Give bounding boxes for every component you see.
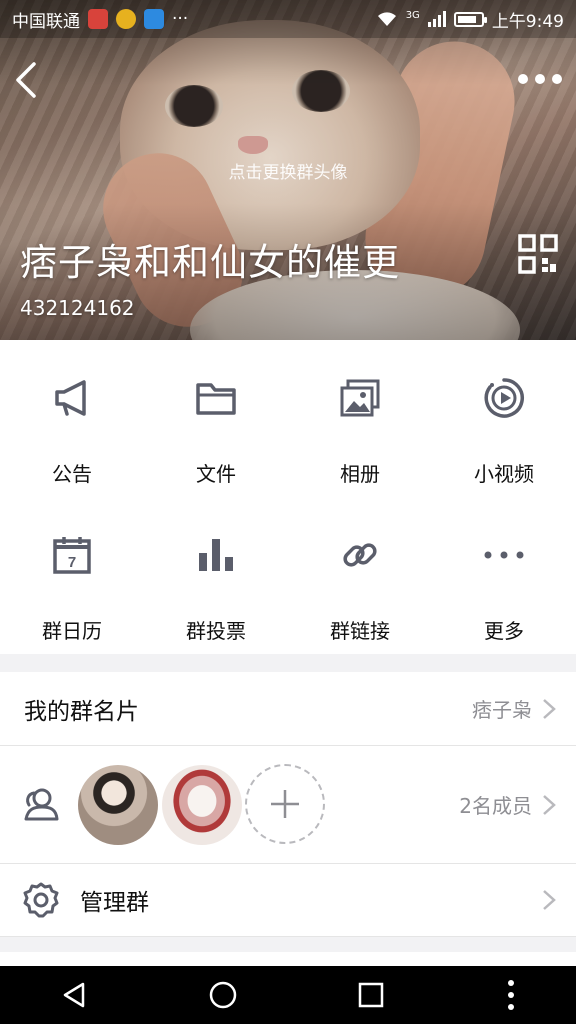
calendar-icon: 7 (50, 533, 94, 577)
member-avatar[interactable] (162, 765, 242, 845)
function-label: 相册 (340, 462, 380, 486)
more-dot-icon (535, 74, 545, 84)
more-options-button[interactable] (518, 64, 562, 94)
group-vote-button[interactable]: 群投票 (144, 497, 288, 654)
notification-app-icon (144, 9, 164, 29)
function-label: 更多 (484, 619, 524, 643)
album-button[interactable]: 相册 (288, 340, 432, 497)
manage-group-row[interactable]: 管理群 (0, 864, 576, 936)
gear-icon (23, 882, 59, 918)
short-video-button[interactable]: 小视频 (432, 340, 576, 497)
files-button[interactable]: 文件 (144, 340, 288, 497)
nav-menu-icon[interactable] (505, 978, 517, 1012)
chevron-right-icon (543, 890, 556, 910)
manage-group-title: 管理群 (80, 890, 149, 916)
my-group-card-value: 痞子枭 (472, 698, 532, 722)
announcement-button[interactable]: 公告 (0, 340, 144, 497)
nav-recents-icon[interactable] (356, 980, 386, 1010)
link-icon (338, 533, 382, 577)
clock: 上午9:49 (491, 11, 564, 32)
group-id: 432124162 (20, 296, 135, 320)
qr-code-icon (518, 234, 558, 274)
album-icon (338, 376, 382, 420)
megaphone-icon (50, 376, 94, 420)
my-group-card-title: 我的群名片 (24, 698, 139, 725)
more-notifications-icon: ··· (172, 9, 189, 29)
status-bar: 中国联通 ··· 3G 上午9:49 (0, 0, 576, 38)
group-profile-page: 中国联通 ··· 3G 上午9:49 点击更换群头像 痞子枭和和仙女的催更 43… (0, 0, 576, 1024)
plus-icon (271, 790, 299, 818)
more-dot-icon (518, 74, 528, 84)
add-member-button[interactable] (245, 764, 325, 844)
qr-code-button[interactable] (518, 234, 558, 274)
more-dot-icon (552, 74, 562, 84)
group-function-grid: 公告 文件 相册 小视频 7 群日历 群投票 群链接 更多 (0, 340, 576, 654)
function-label: 群日历 (42, 619, 102, 643)
back-button[interactable] (10, 58, 46, 102)
function-label: 文件 (196, 462, 236, 486)
carrier-name: 中国联通 (12, 11, 80, 32)
notification-app-icon (88, 9, 108, 29)
my-group-card-row[interactable]: 我的群名片 痞子枭 (0, 672, 576, 745)
more-dots-icon (482, 533, 526, 577)
function-label: 群投票 (186, 619, 246, 643)
network-type: 3G (405, 9, 420, 21)
battery-icon (453, 11, 487, 27)
folder-icon (194, 376, 238, 420)
more-functions-button[interactable]: 更多 (432, 497, 576, 654)
row-divider (0, 936, 576, 937)
video-icon (482, 376, 526, 420)
change-avatar-hint[interactable]: 点击更换群头像 (0, 158, 576, 183)
notification-app-icon (116, 9, 136, 29)
group-avatar-banner[interactable]: 中国联通 ··· 3G 上午9:49 点击更换群头像 痞子枭和和仙女的催更 43… (0, 0, 576, 340)
member-count: 2名成员 (459, 794, 532, 818)
members-icon (24, 788, 59, 820)
member-avatar[interactable] (78, 765, 158, 845)
back-arrow-icon (16, 62, 36, 98)
group-calendar-button[interactable]: 7 群日历 (0, 497, 144, 654)
nav-home-icon[interactable] (208, 980, 238, 1010)
chevron-right-icon (543, 698, 556, 719)
group-link-button[interactable]: 群链接 (288, 497, 432, 654)
function-label: 群链接 (330, 619, 390, 643)
group-name: 痞子枭和和仙女的催更 (20, 241, 400, 284)
signal-icon (427, 11, 446, 27)
system-navigation-bar (0, 966, 576, 1024)
next-row-partial (0, 952, 576, 966)
function-label: 小视频 (474, 462, 534, 486)
wifi-icon (377, 12, 396, 26)
calendar-day: 7 (68, 554, 76, 571)
nav-back-icon[interactable] (59, 980, 89, 1010)
function-label: 公告 (52, 462, 92, 486)
chevron-right-icon (543, 794, 556, 815)
bar-chart-icon (194, 533, 238, 577)
